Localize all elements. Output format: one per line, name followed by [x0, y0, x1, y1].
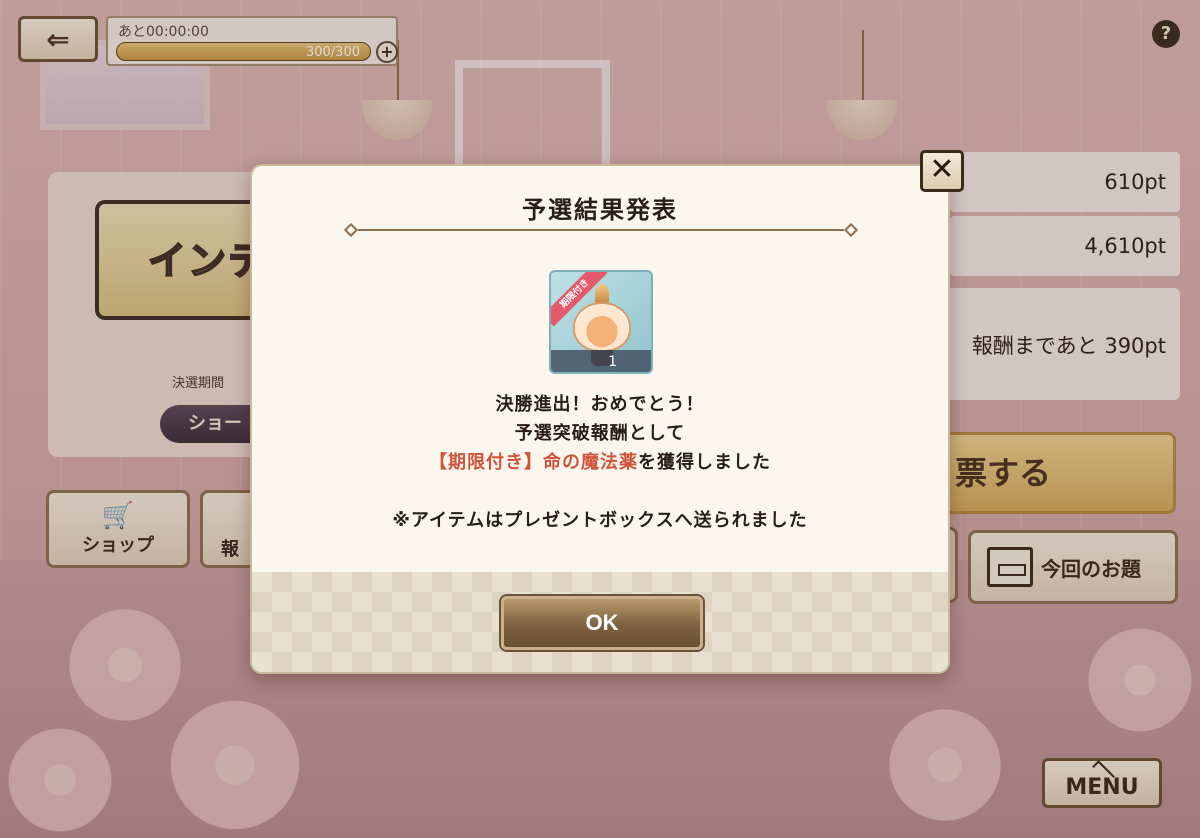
potion-stopper	[595, 284, 609, 304]
title-ornament	[343, 222, 859, 238]
close-dialog-button[interactable]: ✕	[920, 150, 964, 192]
ok-button[interactable]: OK	[501, 596, 703, 650]
message-congrats: 決勝進出！おめでとう！	[495, 394, 705, 415]
close-icon: ✕	[929, 152, 955, 187]
result-dialog: 予選結果発表 期限付き 1 決勝進出！おめでとう！ 予選突破報酬として 【期限付…	[250, 164, 950, 674]
dialog-title: 予選結果発表	[522, 196, 678, 224]
message-reward-intro: 予選突破報酬として	[514, 423, 686, 444]
message-obtained: を獲得しました	[638, 452, 771, 473]
message-reward-item: 【期限付き】命の魔法薬を獲得しました	[252, 448, 948, 474]
potion-bottle-icon	[573, 302, 631, 352]
reward-item-name: 【期限付き】命の魔法薬	[429, 452, 638, 473]
item-count-bar	[551, 350, 651, 372]
item-count: 1	[608, 354, 617, 370]
reward-item-icon: 期限付き 1	[549, 270, 653, 374]
message-present-box: ※アイテムはプレゼントボックスへ送られました	[392, 510, 808, 531]
